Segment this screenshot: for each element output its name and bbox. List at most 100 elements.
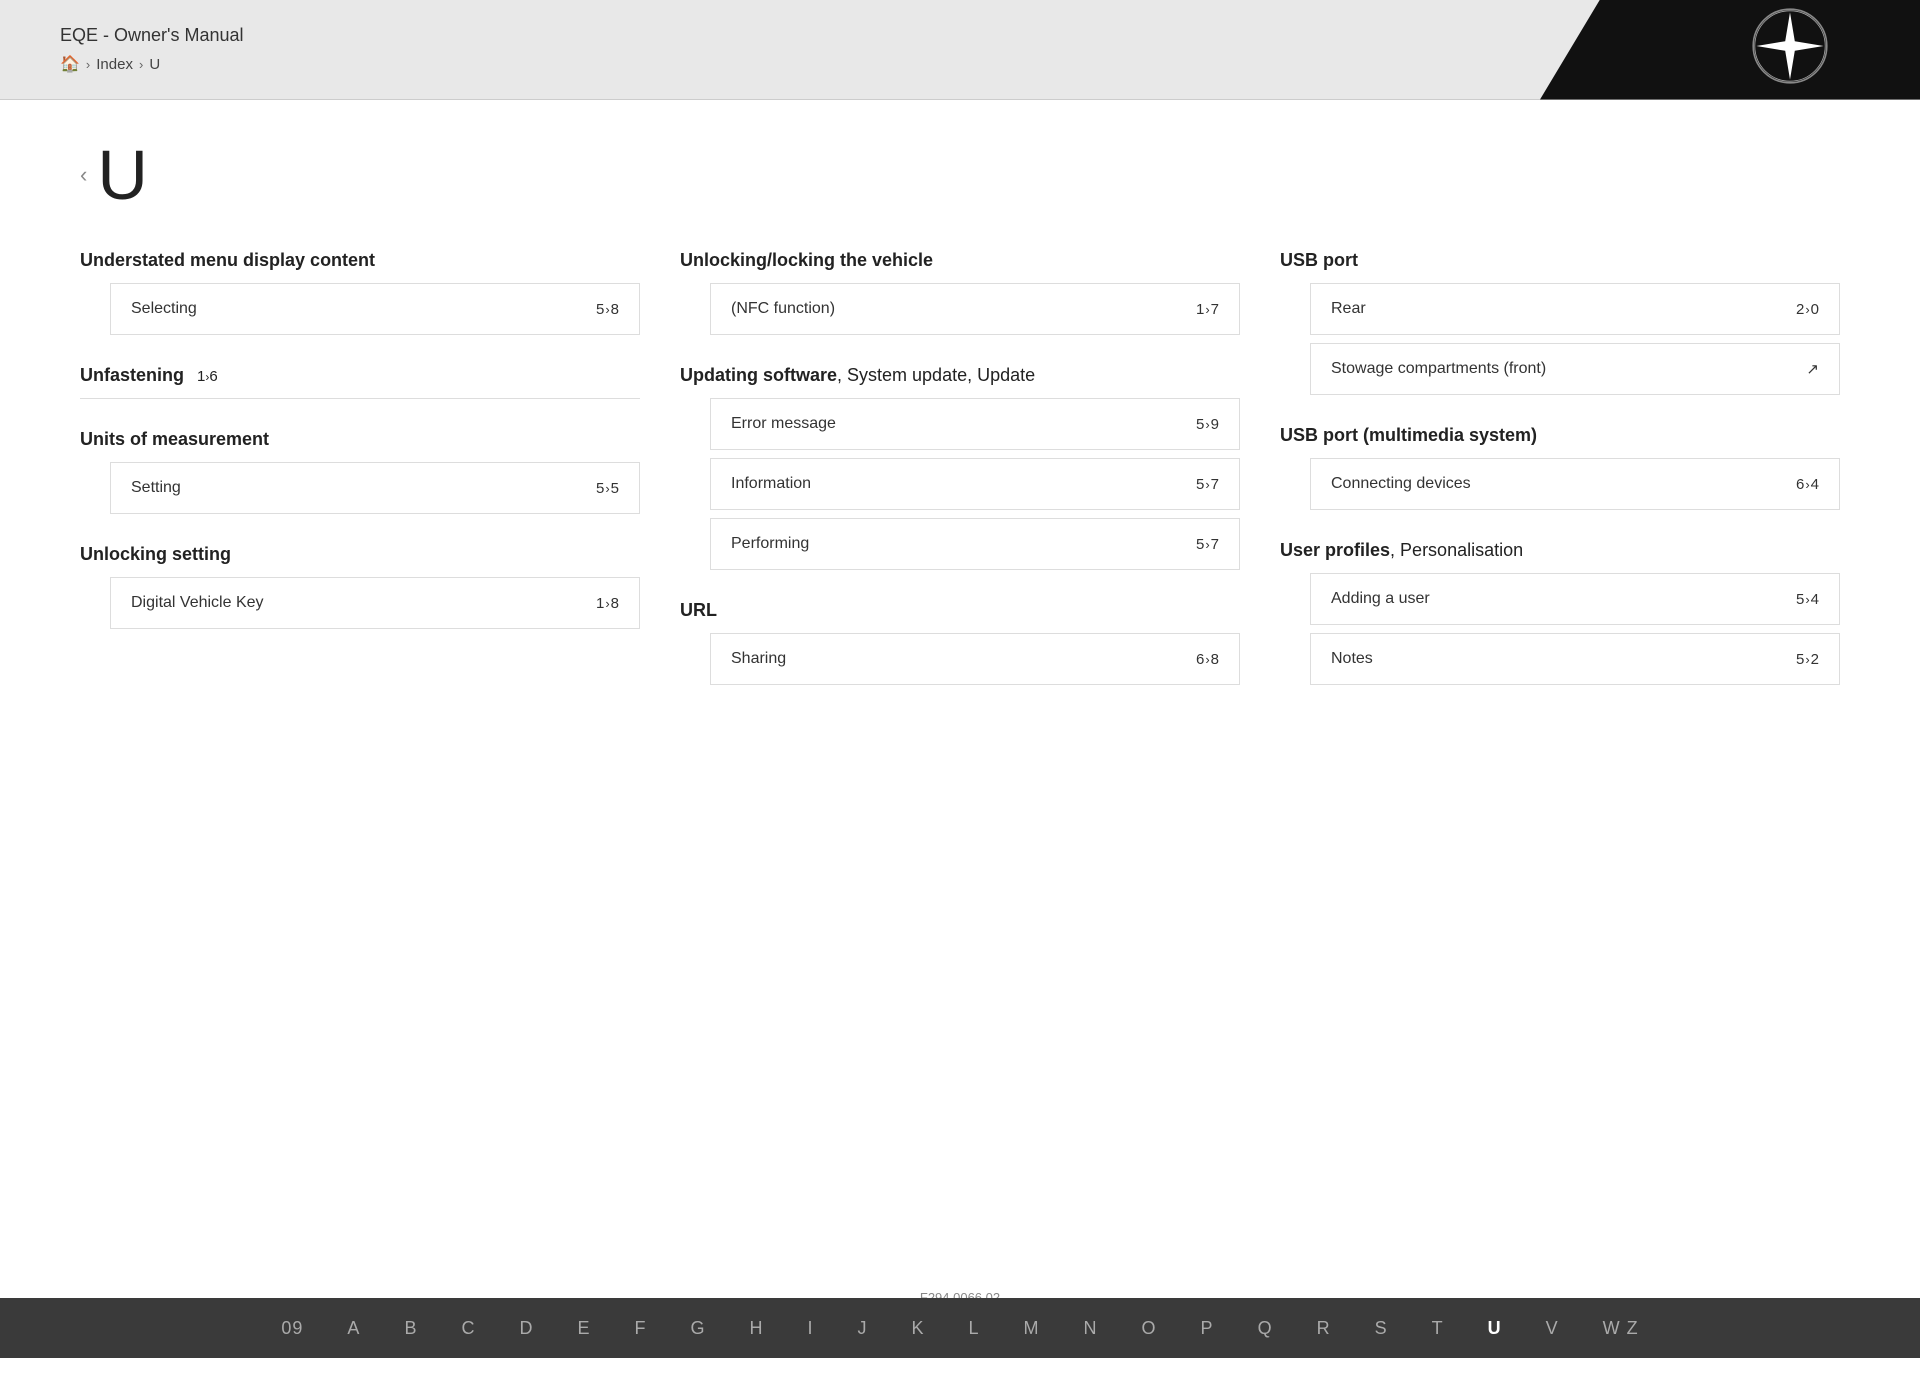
section-url-title: URL <box>680 600 1240 621</box>
item-stowage-page: ↗ <box>1806 360 1819 378</box>
breadcrumb-sep-1: › <box>86 57 90 72</box>
alpha-item-d[interactable]: D <box>497 1318 555 1339</box>
section-updating-software: Updating software, System update, Update… <box>680 365 1240 570</box>
item-rear-page: 2›0 <box>1796 301 1819 318</box>
alpha-item-o[interactable]: O <box>1120 1318 1179 1339</box>
alpha-item-a[interactable]: A <box>325 1318 382 1339</box>
section-user-profiles: User profiles, Personalisation Adding a … <box>1280 540 1840 685</box>
item-adding-user[interactable]: Adding a user 5›4 <box>1310 573 1840 625</box>
alpha-item-f[interactable]: F <box>612 1318 668 1339</box>
item-connecting-page: 6›4 <box>1796 476 1819 493</box>
item-setting[interactable]: Setting 5›5 <box>110 462 640 514</box>
section-unlocking-setting: Unlocking setting Digital Vehicle Key 1›… <box>80 544 640 629</box>
item-connecting-devices[interactable]: Connecting devices 6›4 <box>1310 458 1840 510</box>
item-nfc-page: 1›7 <box>1196 301 1219 318</box>
item-nfc[interactable]: (NFC function) 1›7 <box>710 283 1240 335</box>
header: EQE - Owner's Manual 🏠 › Index › U <box>0 0 1920 100</box>
column-1: Understated menu display content Selecti… <box>80 250 640 715</box>
item-dvk-page: 1›8 <box>596 595 619 612</box>
item-digital-vehicle-key[interactable]: Digital Vehicle Key 1›8 <box>110 577 640 629</box>
sep-unfastening <box>80 398 640 399</box>
alpha-item-m[interactable]: M <box>1002 1318 1062 1339</box>
section-user-profiles-title: User profiles, Personalisation <box>1280 540 1840 561</box>
item-dvk-text: Digital Vehicle Key <box>131 594 264 612</box>
section-units-title: Units of measurement <box>80 429 640 450</box>
alpha-item-t[interactable]: T <box>1410 1318 1466 1339</box>
column-3: USB port Rear 2›0 Stowage compartments (… <box>1280 250 1840 715</box>
page-letter: U <box>97 140 148 210</box>
item-selecting-text: Selecting <box>131 300 197 318</box>
item-error-message[interactable]: Error message 5›9 <box>710 398 1240 450</box>
breadcrumb: 🏠 › Index › U <box>60 54 244 74</box>
manual-title: EQE - Owner's Manual <box>60 25 244 46</box>
section-usb-port: USB port Rear 2›0 Stowage compartments (… <box>1280 250 1840 395</box>
alpha-item-s[interactable]: S <box>1353 1318 1410 1339</box>
item-performing-text: Performing <box>731 535 809 553</box>
section-updating-title: Updating software, System update, Update <box>680 365 1240 386</box>
item-notes-page: 5›2 <box>1796 651 1819 668</box>
alpha-item-n[interactable]: N <box>1062 1318 1120 1339</box>
item-setting-page: 5›5 <box>596 480 619 497</box>
logo-background <box>1540 0 1920 100</box>
home-icon[interactable]: 🏠 <box>60 54 80 74</box>
breadcrumb-index[interactable]: Index <box>96 56 133 73</box>
item-selecting[interactable]: Selecting 5›8 <box>110 283 640 335</box>
item-setting-text: Setting <box>131 479 181 497</box>
alpha-item-v[interactable]: V <box>1524 1318 1581 1339</box>
item-error-page: 5›9 <box>1196 416 1219 433</box>
item-notes-text: Notes <box>1331 650 1373 668</box>
item-stowage-text: Stowage compartments (front) <box>1331 360 1546 378</box>
alpha-item-e[interactable]: E <box>555 1318 612 1339</box>
alpha-item-w-z[interactable]: W Z <box>1581 1318 1661 1339</box>
item-adding-user-page: 5›4 <box>1796 591 1819 608</box>
section-unlocking-vehicle: Unlocking/locking the vehicle (NFC funct… <box>680 250 1240 335</box>
mercedes-logo <box>1750 6 1830 86</box>
item-nfc-text: (NFC function) <box>731 300 835 318</box>
column-2: Unlocking/locking the vehicle (NFC funct… <box>680 250 1240 715</box>
item-sharing-text: Sharing <box>731 650 786 668</box>
item-sharing-page: 6›8 <box>1196 651 1219 668</box>
alpha-item-i[interactable]: I <box>785 1318 835 1339</box>
alpha-item-b[interactable]: B <box>382 1318 439 1339</box>
header-left: EQE - Owner's Manual 🏠 › Index › U <box>60 25 244 74</box>
item-info-text: Information <box>731 475 811 493</box>
section-unfastening: Unfastening 1›6 <box>80 365 640 399</box>
item-performing-page: 5›7 <box>1196 536 1219 553</box>
section-unlocking-setting-title: Unlocking setting <box>80 544 640 565</box>
prev-letter-button[interactable]: ‹ <box>80 162 87 188</box>
alpha-item-j[interactable]: J <box>836 1318 890 1339</box>
item-rear-text: Rear <box>1331 300 1366 318</box>
section-unlocking-vehicle-title: Unlocking/locking the vehicle <box>680 250 1240 271</box>
section-usb-multimedia-title: USB port (multimedia system) <box>1280 425 1840 446</box>
alpha-item-g[interactable]: G <box>668 1318 727 1339</box>
item-adding-user-text: Adding a user <box>1331 590 1430 608</box>
section-usb-title: USB port <box>1280 250 1840 271</box>
section-usb-multimedia: USB port (multimedia system) Connecting … <box>1280 425 1840 510</box>
item-performing[interactable]: Performing 5›7 <box>710 518 1240 570</box>
item-stowage[interactable]: Stowage compartments (front) ↗ <box>1310 343 1840 395</box>
alpha-item-r[interactable]: R <box>1295 1318 1353 1339</box>
breadcrumb-sep-2: › <box>139 57 143 72</box>
item-notes[interactable]: Notes 5›2 <box>1310 633 1840 685</box>
alpha-item-c[interactable]: C <box>439 1318 497 1339</box>
section-unfastening-title: Unfastening 1›6 <box>80 365 640 386</box>
alpha-item-09[interactable]: 09 <box>259 1318 325 1339</box>
item-info-page: 5›7 <box>1196 476 1219 493</box>
section-url: URL Sharing 6›8 <box>680 600 1240 685</box>
alpha-item-k[interactable]: K <box>890 1318 947 1339</box>
alpha-item-h[interactable]: H <box>727 1318 785 1339</box>
alpha-item-q[interactable]: Q <box>1236 1318 1295 1339</box>
section-understated-title: Understated menu display content <box>80 250 640 271</box>
section-understated: Understated menu display content Selecti… <box>80 250 640 335</box>
item-information[interactable]: Information 5›7 <box>710 458 1240 510</box>
unfastening-page: 1›6 <box>197 368 218 385</box>
breadcrumb-current: U <box>149 56 160 73</box>
page-letter-container: ‹ U <box>80 140 1840 210</box>
item-sharing[interactable]: Sharing 6›8 <box>710 633 1240 685</box>
alpha-item-u[interactable]: U <box>1466 1318 1524 1339</box>
item-connecting-text: Connecting devices <box>1331 475 1471 493</box>
item-rear[interactable]: Rear 2›0 <box>1310 283 1840 335</box>
alpha-item-l[interactable]: L <box>947 1318 1002 1339</box>
section-units: Units of measurement Setting 5›5 <box>80 429 640 514</box>
alpha-item-p[interactable]: P <box>1179 1318 1236 1339</box>
